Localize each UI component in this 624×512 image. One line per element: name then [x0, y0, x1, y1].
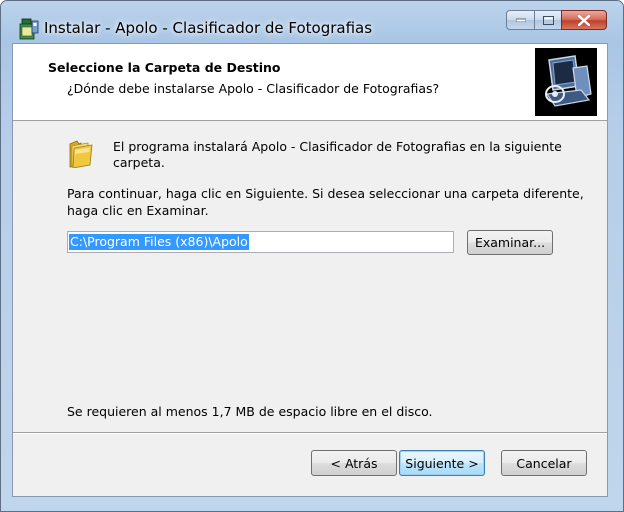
folder-icon — [69, 140, 93, 168]
cancel-button[interactable]: Cancelar — [501, 450, 587, 476]
wizard-header: Seleccione la Carpeta de Destino ¿Dónde … — [13, 44, 607, 121]
wizard-client-area: Seleccione la Carpeta de Destino ¿Dónde … — [12, 43, 608, 497]
back-button[interactable]: < Atrás — [311, 450, 397, 476]
setup-app-icon — [19, 18, 39, 40]
minimize-button[interactable] — [506, 10, 534, 30]
continue-info-line2: haga clic en Examinar. — [67, 203, 209, 218]
minimize-icon — [515, 18, 526, 22]
page-subtitle: ¿Dónde debe instalarse Apolo - Clasifica… — [67, 81, 440, 96]
title-bar[interactable]: Instalar - Apolo - Clasificador de Fotog… — [1, 1, 623, 43]
caption-buttons — [506, 10, 607, 32]
computer-setup-icon — [535, 48, 597, 116]
page-title: Seleccione la Carpeta de Destino — [48, 60, 281, 75]
browse-button[interactable]: Examinar... — [467, 230, 553, 255]
install-info-line1: El programa instalará Apolo - Clasificad… — [113, 139, 562, 154]
next-button[interactable]: Siguiente > — [399, 450, 485, 476]
destination-path-value: C:\Program Files (x86)\Apolo — [69, 234, 249, 250]
install-info-line2: carpeta. — [113, 155, 165, 170]
window-title: Instalar - Apolo - Clasificador de Fotog… — [44, 19, 373, 37]
installer-window: Instalar - Apolo - Clasificador de Fotog… — [0, 0, 624, 512]
destination-path-input[interactable]: C:\Program Files (x86)\Apolo — [67, 231, 454, 253]
maximize-button[interactable] — [534, 10, 561, 30]
disk-space-text: Se requieren al menos 1,7 MB de espacio … — [67, 404, 433, 419]
footer-divider — [13, 432, 607, 434]
continue-info-line1: Para continuar, haga clic en Siguiente. … — [67, 186, 584, 201]
maximize-icon — [542, 15, 554, 25]
close-icon — [578, 14, 590, 26]
close-button[interactable] — [561, 10, 607, 30]
